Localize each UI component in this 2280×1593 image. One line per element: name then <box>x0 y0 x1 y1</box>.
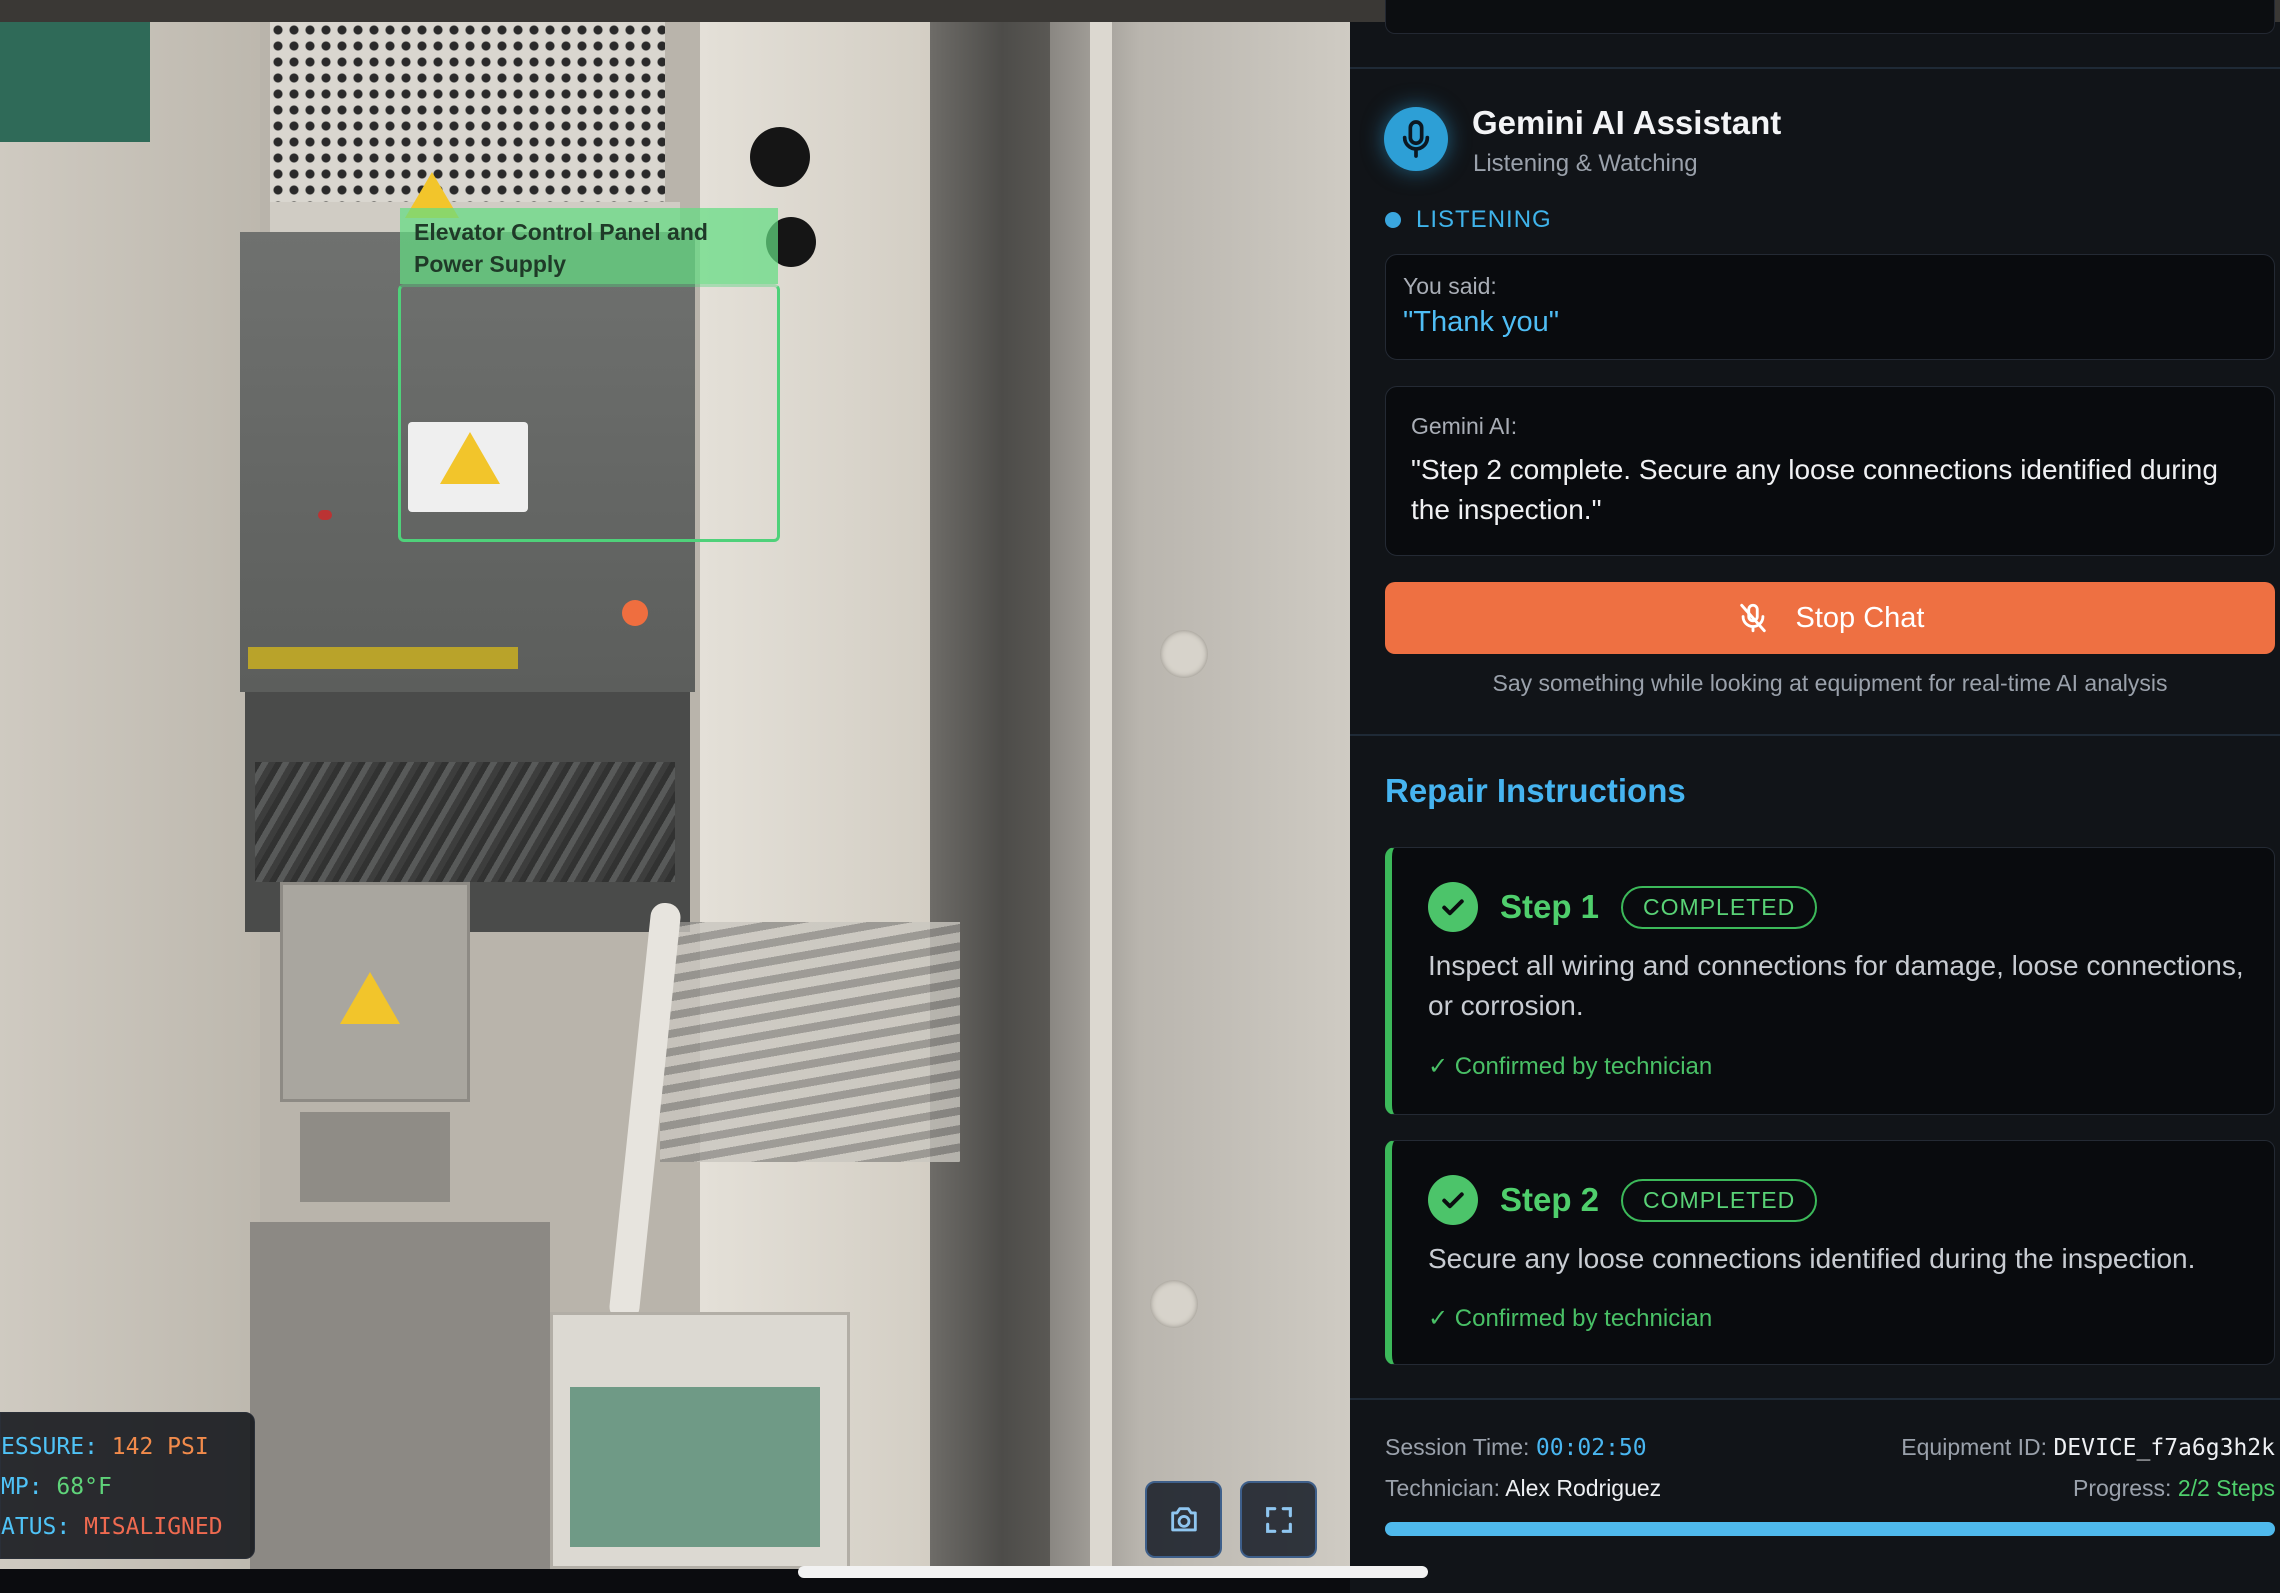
progress-value: 2/2 Steps <box>2177 1475 2275 1501</box>
ar-detection-label: Elevator Control Panel and Power Supply <box>400 208 778 284</box>
listening-indicator-dot <box>1385 212 1401 228</box>
session-time-value: 00:02:50 <box>1535 1435 1647 1461</box>
status-value: MISALIGNED <box>84 1514 223 1540</box>
check-circle-icon <box>1428 882 1478 932</box>
capture-button[interactable] <box>1145 1481 1222 1558</box>
step-2-confirmation: ✓ Confirmed by technician <box>1428 1305 1713 1332</box>
step-1-title: Step 1 <box>1500 888 1600 925</box>
technician-value: Alex Rodriguez <box>1505 1475 1662 1501</box>
user-transcript-text: "Thank you" <box>1403 306 1560 338</box>
status-label: ATUS: <box>1 1514 71 1540</box>
user-transcript-card: You said: "Thank you" <box>1385 254 2275 360</box>
step-1-confirmation: ✓ Confirmed by technician <box>1428 1053 1713 1080</box>
ai-label: Gemini AI: <box>1411 413 1518 439</box>
focus-point-marker <box>622 600 648 626</box>
step-2-title: Step 2 <box>1500 1181 1600 1218</box>
green-panel-corner <box>0 22 150 142</box>
step-1-status-badge: COMPLETED <box>1621 885 1818 929</box>
assistant-title: Gemini AI Assistant <box>1472 104 1782 141</box>
fullscreen-button[interactable] <box>1240 1481 1317 1558</box>
home-indicator[interactable] <box>798 1566 1428 1578</box>
divider <box>1350 734 2280 736</box>
step-2-header: Step 2 COMPLETED <box>1428 1175 1818 1225</box>
mic-off-icon <box>1739 603 1766 633</box>
wall-left <box>0 22 260 1569</box>
indicator-led <box>318 510 332 520</box>
camera-icon <box>1170 1506 1197 1531</box>
camera-view[interactable]: Elevator Control Panel and Power Supply … <box>0 22 1350 1569</box>
ai-response-text: "Step 2 complete. Secure any loose conne… <box>1411 454 2218 525</box>
step-card-1[interactable]: Step 1 COMPLETED Inspect all wiring and … <box>1385 847 2275 1115</box>
session-time-label: Session Time: <box>1385 1434 1530 1460</box>
divider <box>1350 1398 2280 1400</box>
header-card-fragment <box>1385 0 2275 34</box>
repair-instructions-title: Repair Instructions <box>1385 772 1686 809</box>
cable-runs <box>660 922 960 1162</box>
wiring-bundle <box>255 762 675 882</box>
step-2-description: Secure any loose connections identified … <box>1428 1243 2196 1274</box>
pressure-reading: ESSURE: 142 PSI <box>1 1427 254 1467</box>
progress-bar-fill <box>1385 1522 2275 1536</box>
pressure-label: ESSURE: <box>1 1434 98 1460</box>
door-bolt <box>1150 1280 1198 1328</box>
assistant-hint: Say something while looking at equipment… <box>1492 670 2168 696</box>
door-bolt <box>1160 630 1208 678</box>
pressure-value: 142 PSI <box>111 1434 209 1460</box>
technician-label: Technician: <box>1385 1475 1501 1501</box>
divider <box>1350 67 2280 69</box>
step-card-2[interactable]: Step 2 COMPLETED Secure any loose connec… <box>1385 1140 2275 1365</box>
fullscreen-icon <box>1265 1506 1292 1533</box>
check-circle-icon <box>1428 1175 1478 1225</box>
step-1-description: Inspect all wiring and connections for d… <box>1428 950 2244 1021</box>
door-edge <box>1090 22 1112 1569</box>
junction-box-lower <box>300 1112 450 1202</box>
step-1-header: Step 1 COMPLETED <box>1428 882 1818 932</box>
equipment-id: Equipment ID: DEVICE_f7a6g3h2k <box>1901 1434 2275 1461</box>
you-said-label: You said: <box>1403 273 1497 299</box>
step-2-status-badge: COMPLETED <box>1621 1178 1818 1222</box>
progress-summary: Progress: 2/2 Steps <box>2073 1475 2275 1502</box>
technician: Technician: Alex Rodriguez <box>1385 1475 1661 1502</box>
stop-chat-label: Stop Chat <box>1795 601 1925 634</box>
hot-surface-warning-icon <box>340 972 400 1024</box>
breaker-window <box>570 1387 820 1547</box>
listening-status: LISTENING <box>1416 206 1552 233</box>
temperature-value: 68°F <box>56 1474 112 1500</box>
equipment-id-label: Equipment ID: <box>1901 1434 2048 1460</box>
temperature-reading: MP: 68°F <box>1 1467 254 1507</box>
sensor-readout: ESSURE: 142 PSI MP: 68°F ATUS: MISALIGNE… <box>0 1412 255 1559</box>
app-screen: Elevator Control Panel and Power Supply … <box>0 0 2280 1593</box>
door-gap <box>930 22 1050 1569</box>
ventilation-grille <box>270 22 665 202</box>
progress-label: Progress: <box>2072 1475 2172 1501</box>
wall-hole <box>750 127 810 187</box>
assistant-subtitle: Listening & Watching <box>1473 150 1698 177</box>
status-reading: ATUS: MISALIGNED <box>1 1507 254 1547</box>
temperature-label: MP: <box>1 1474 43 1500</box>
ai-response-card: Gemini AI: "Step 2 complete. Secure any … <box>1385 386 2275 556</box>
ar-detection-box[interactable] <box>398 284 780 542</box>
microphone-icon[interactable] <box>1384 107 1448 171</box>
base-enclosure <box>250 1222 550 1569</box>
session-time: Session Time: 00:02:50 <box>1385 1434 1647 1461</box>
progress-bar <box>1385 1522 2275 1536</box>
equipment-id-value: DEVICE_f7a6g3h2k <box>2053 1435 2275 1461</box>
din-rail <box>248 647 518 669</box>
stop-chat-button[interactable]: Stop Chat <box>1385 582 2275 654</box>
